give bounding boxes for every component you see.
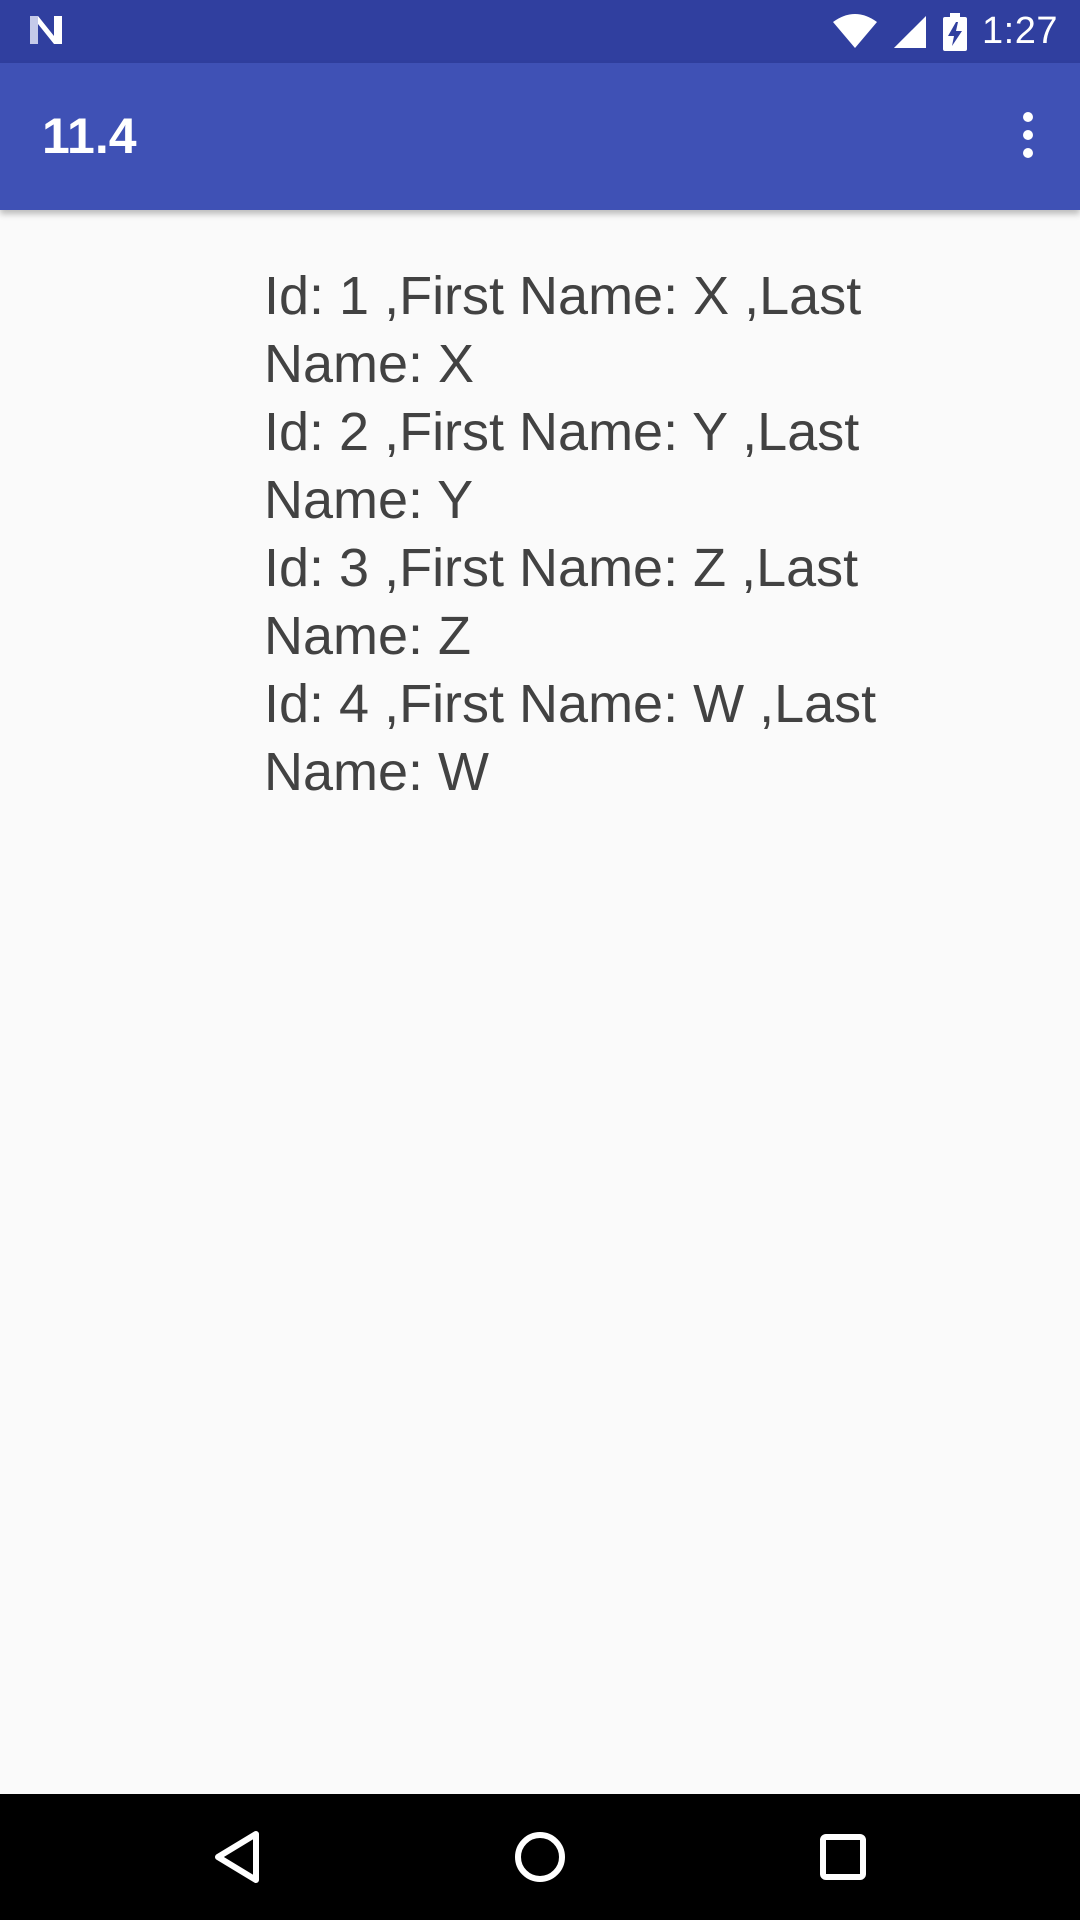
status-icons: 1:27 xyxy=(832,0,1058,63)
records-text: Id: 1 ,First Name: X ,Last Name: X Id: 2… xyxy=(264,262,964,806)
record-line: Id: 4 ,First Name: W ,Last Name: W xyxy=(264,674,877,802)
back-button[interactable] xyxy=(204,1824,270,1890)
wifi-icon xyxy=(833,13,878,48)
recents-icon xyxy=(820,1834,866,1880)
back-icon xyxy=(215,1831,259,1883)
overflow-dot xyxy=(1023,148,1033,158)
app-bar: 11.4 xyxy=(0,63,1080,210)
record-line: Id: 3 ,First Name: Z ,Last Name: Z xyxy=(264,538,859,666)
recents-button[interactable] xyxy=(810,1824,876,1890)
page-title: 11.4 xyxy=(42,108,137,164)
status-bar: 1:27 xyxy=(0,0,1080,63)
overflow-dot xyxy=(1023,112,1033,122)
navigation-bar xyxy=(0,1794,1080,1920)
more-vert-icon[interactable] xyxy=(998,105,1058,165)
android-n-icon xyxy=(30,16,62,44)
status-time: 1:27 xyxy=(982,10,1058,52)
cell-signal-icon xyxy=(894,15,927,48)
home-icon xyxy=(515,1832,565,1882)
overflow-dot xyxy=(1023,130,1033,140)
battery-charging-icon xyxy=(943,12,968,51)
record-line: Id: 1 ,First Name: X ,Last Name: X xyxy=(264,266,862,394)
screen: 1:27 11.4 Id: 1 ,First Name: X ,Last Nam… xyxy=(0,0,1080,1920)
home-button[interactable] xyxy=(507,1824,573,1890)
record-line: Id: 2 ,First Name: Y ,Last Name: Y xyxy=(264,402,860,530)
